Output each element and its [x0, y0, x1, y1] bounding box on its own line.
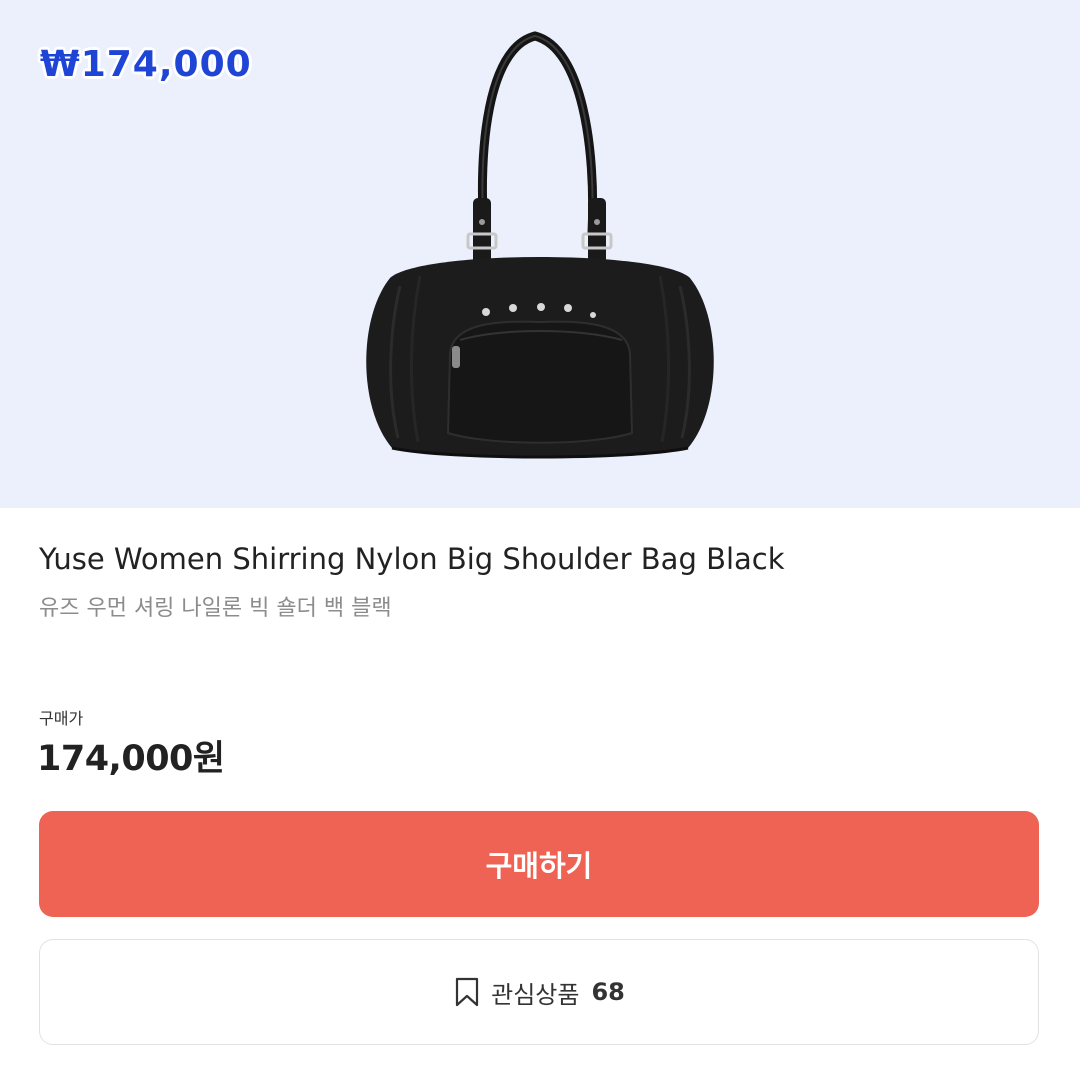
wishlist-label: 관심상품 [491, 980, 580, 1009]
wishlist-count: 68 [591, 978, 625, 1006]
product-name-korean: 유즈 우먼 셔링 나일론 빅 숄더 백 블랙 [39, 596, 392, 621]
product-name: Yuse Women Shirring Nylon Big Shoulder B… [39, 542, 785, 576]
buy-button[interactable]: 구매하기 [39, 811, 1039, 917]
product-image [366, 31, 714, 459]
price-overlay: ₩174,000 [40, 44, 252, 85]
bookmark-icon [456, 977, 479, 1007]
wishlist-button[interactable]: 관심상품 68 [39, 939, 1039, 1045]
price-label: 구매가 [39, 709, 84, 728]
product-image-area: ₩174,000 [0, 0, 1080, 508]
price-value: 174,000원 [37, 739, 225, 779]
